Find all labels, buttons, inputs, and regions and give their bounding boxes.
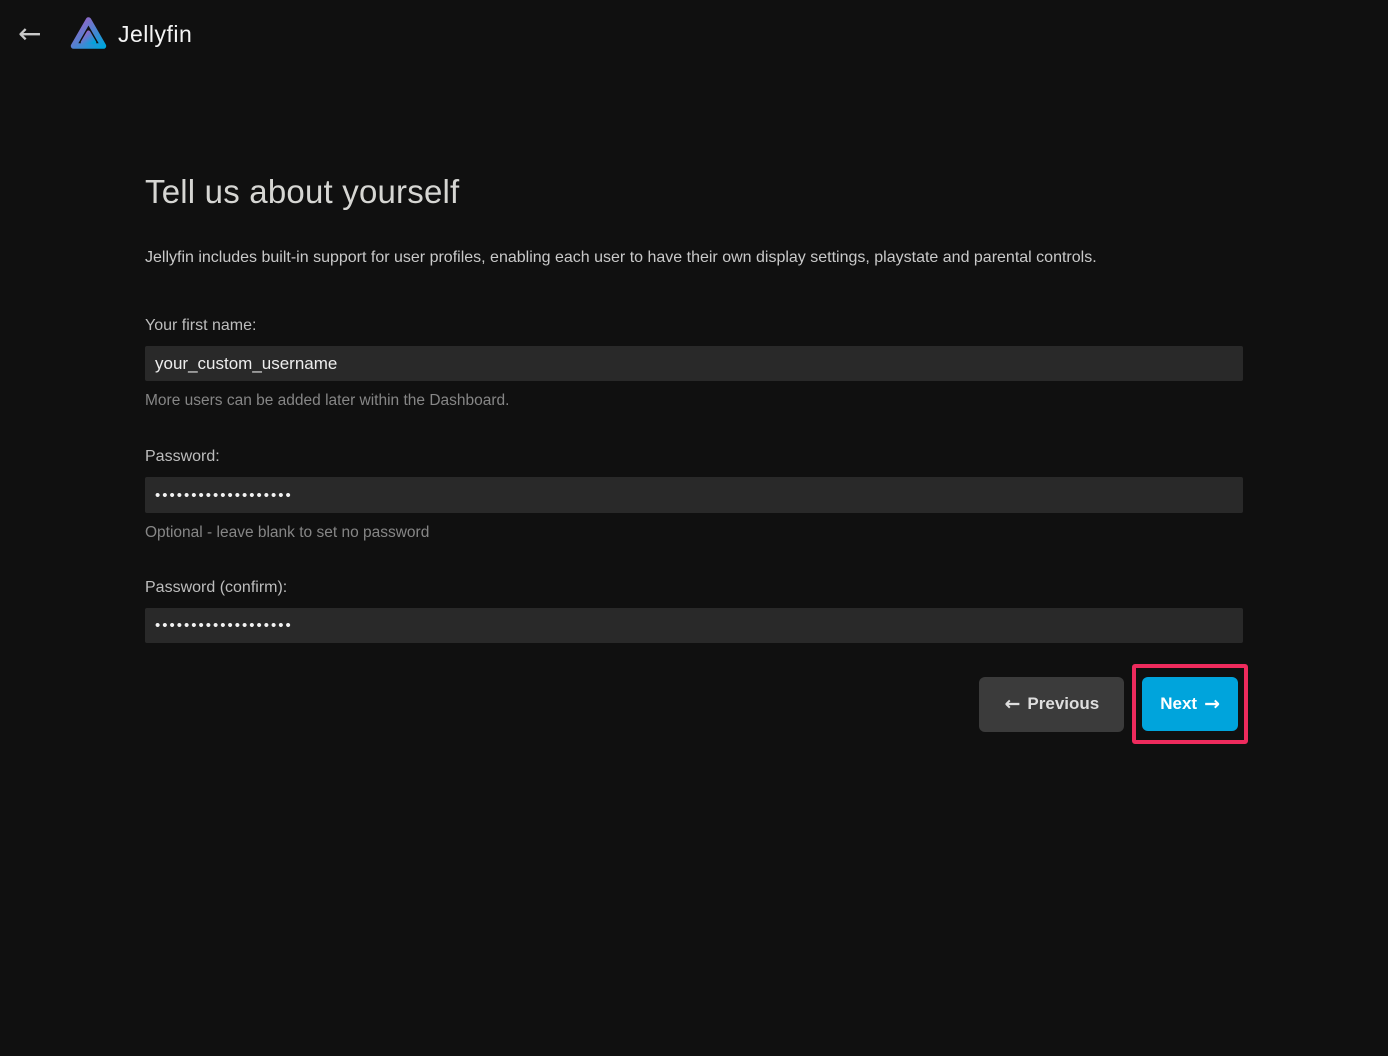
setup-wizard-page: ← Jellyfin Tell us about yourself Jellyf… bbox=[0, 0, 1388, 1056]
wizard-button-row: ← Previous Next → bbox=[145, 664, 1243, 744]
app-header: ← Jellyfin bbox=[0, 0, 1388, 68]
password-confirm-input[interactable] bbox=[145, 608, 1243, 643]
arrow-left-icon: ← bbox=[1004, 693, 1020, 715]
next-button[interactable]: Next → bbox=[1142, 677, 1238, 731]
jellyfin-logo-icon bbox=[68, 12, 109, 57]
password-label: Password: bbox=[145, 447, 1243, 466]
page-title: Tell us about yourself bbox=[145, 172, 1243, 212]
first-name-field-group: Your first name: More users can be added… bbox=[145, 316, 1243, 410]
first-name-label: Your first name: bbox=[145, 316, 1243, 335]
first-name-helper-text: More users can be added later within the… bbox=[145, 391, 1243, 410]
previous-button[interactable]: ← Previous bbox=[979, 677, 1124, 732]
password-input[interactable] bbox=[145, 477, 1243, 513]
password-confirm-field-group: Password (confirm): bbox=[145, 578, 1243, 643]
password-confirm-label: Password (confirm): bbox=[145, 578, 1243, 597]
app-title: Jellyfin bbox=[118, 21, 192, 48]
next-button-highlight-annotation: Next → bbox=[1132, 664, 1248, 744]
password-field-group: Password: Optional - leave blank to set … bbox=[145, 447, 1243, 542]
back-arrow-icon[interactable]: ← bbox=[18, 20, 52, 48]
wizard-content: Tell us about yourself Jellyfin includes… bbox=[145, 172, 1243, 744]
previous-button-label: Previous bbox=[1027, 694, 1099, 714]
password-helper-text: Optional - leave blank to set no passwor… bbox=[145, 523, 1243, 542]
next-button-label: Next bbox=[1160, 694, 1197, 714]
arrow-right-icon: → bbox=[1204, 693, 1220, 715]
page-description: Jellyfin includes built-in support for u… bbox=[145, 248, 1243, 267]
first-name-input[interactable] bbox=[145, 346, 1243, 381]
